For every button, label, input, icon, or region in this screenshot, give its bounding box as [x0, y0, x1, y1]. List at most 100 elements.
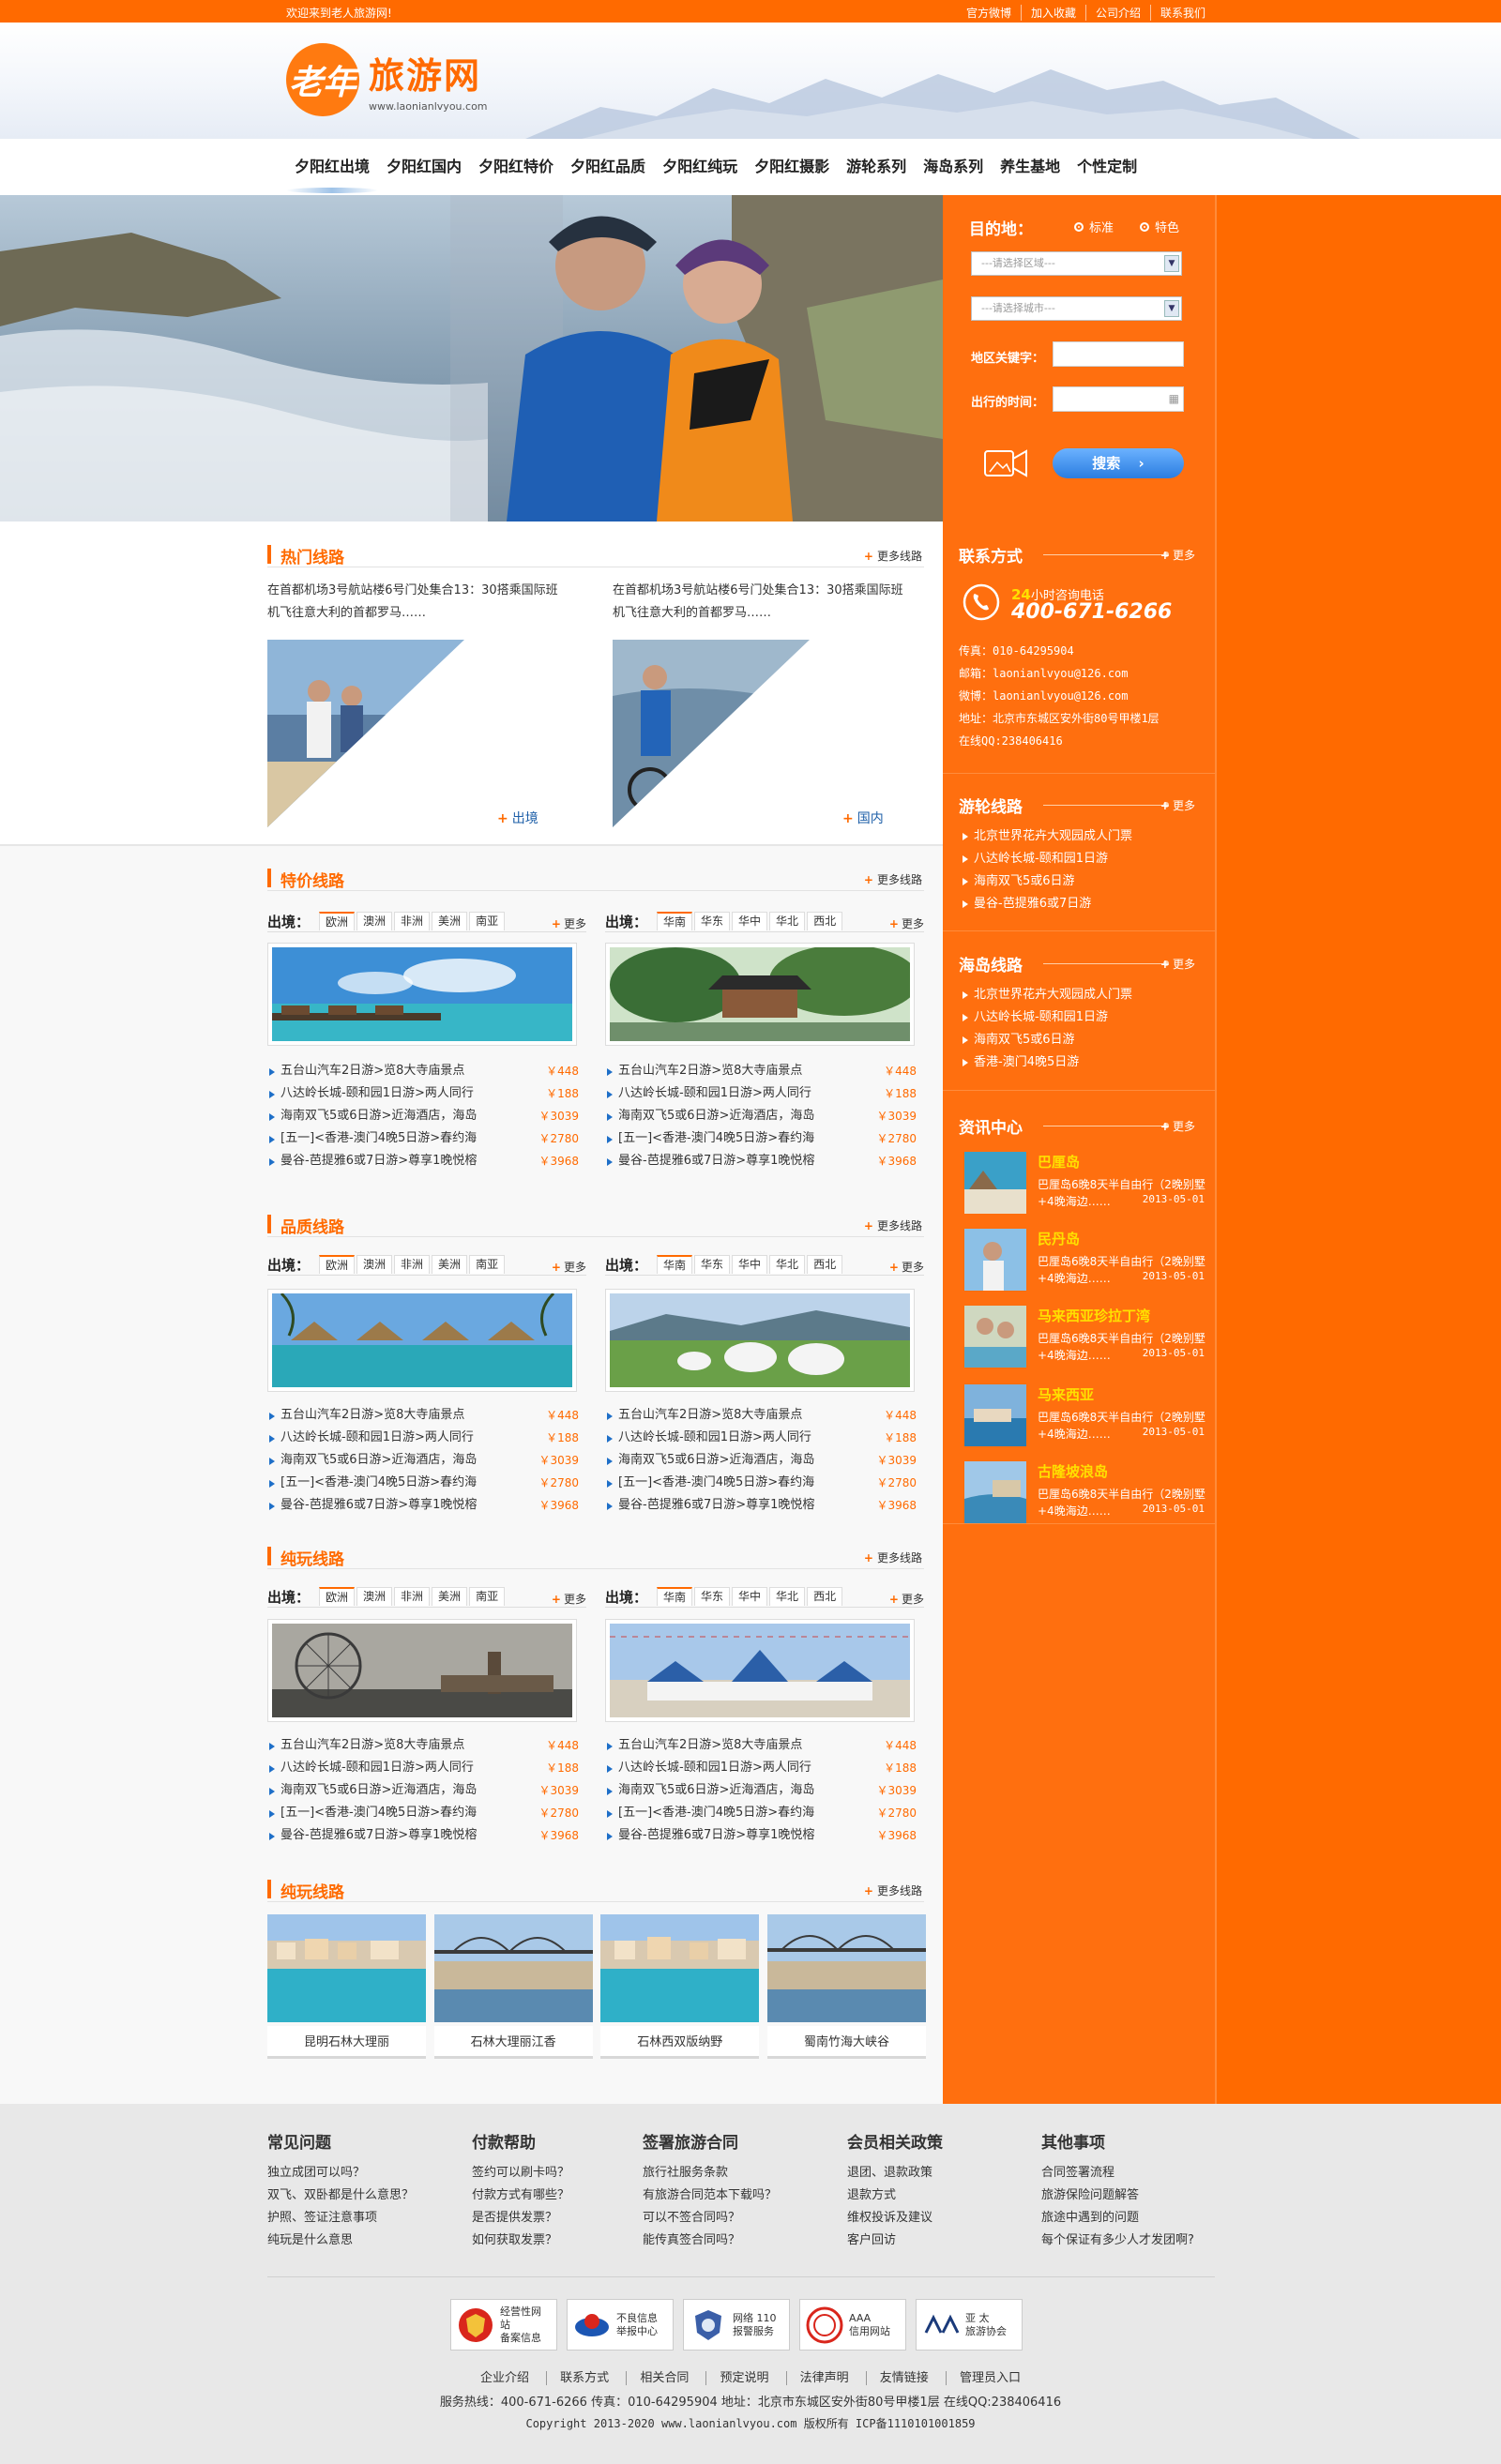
gallery-item[interactable]: 蜀南竹海大峡谷 — [766, 1914, 926, 2059]
tab-northwest[interactable]: 西北 — [807, 912, 843, 930]
tab-america[interactable]: 美洲 — [432, 1255, 468, 1274]
email-text[interactable]: 邮箱：laonianlvyou@126.com — [959, 662, 1212, 685]
route-photo[interactable] — [605, 943, 915, 1046]
route-item[interactable]: 海南双飞5或6日游>近海酒店，海岛 ￥3039 — [267, 1779, 586, 1802]
tab-america[interactable]: 美洲 — [432, 1587, 468, 1606]
badge-pata[interactable]: 亚 太旅游协会 — [916, 2299, 1023, 2351]
gallery-item[interactable]: 昆明石林大理丽 — [267, 1914, 426, 2059]
news-item[interactable]: 马来西亚 巴厘岛6晚8天半自由行（2晚别墅+4晚海边…… 2013-05-01 — [959, 1384, 1205, 1452]
route-item[interactable]: 八达岭长城-颐和园1日游>两人同行 ￥188 — [605, 1427, 924, 1449]
list-item[interactable]: 北京世界花卉大观园成人门票 — [959, 825, 1205, 848]
tab-south-asia[interactable]: 南亚 — [469, 912, 506, 930]
footer-link[interactable]: 合同签署流程 — [1041, 2162, 1194, 2184]
footer-link-legal[interactable]: 法律声明 — [785, 2371, 862, 2385]
tab-east-china[interactable]: 华东 — [694, 1255, 731, 1274]
hot-tag-domestic[interactable]: + 国内 — [842, 809, 884, 827]
footer-link[interactable]: 是否提供发票？ — [472, 2207, 569, 2230]
gallery-item[interactable]: 石林西双版纳野 — [600, 1914, 760, 2059]
weibo-text[interactable]: 微博：laonianlvyou@126.com — [959, 685, 1212, 707]
footer-link[interactable]: 客户回访 — [847, 2230, 943, 2252]
city-select[interactable]: ---请选择城市--- ▼ — [971, 296, 1182, 321]
footer-link[interactable]: 护照、签证注意事项 — [267, 2207, 414, 2230]
route-item[interactable]: [五一]<香港-澳门4晚5日游>春约海 ￥2780 — [267, 1802, 586, 1824]
qq-text[interactable]: 在线QQ:238406416 — [959, 730, 1212, 752]
list-item[interactable]: 北京世界花卉大观园成人门票 — [959, 984, 1205, 1006]
news-item[interactable]: 古隆坡浪岛 巴厘岛6晚8天半自由行（2晚别墅+4晚海边…… 2013-05-01 — [959, 1461, 1205, 1529]
route-item[interactable]: [五一]<香港-澳门4晚5日游>春约海 ￥2780 — [605, 1802, 924, 1824]
route-item[interactable]: 曼谷-芭提雅6或7日游>尊享1晚悦榕 ￥3968 — [605, 1150, 924, 1172]
route-photo[interactable] — [267, 1289, 577, 1392]
calendar-icon[interactable]: ▦ — [1169, 392, 1179, 405]
more-routes-link[interactable]: + 更多线路 — [864, 1549, 922, 1565]
site-logo[interactable]: 老年 旅游网 www.laonianlvyou.com — [286, 43, 488, 116]
tab-south-asia[interactable]: 南亚 — [469, 1255, 506, 1274]
tab-south-china[interactable]: 华南 — [657, 912, 693, 930]
footer-link[interactable]: 双飞、双卧都是什么意思？ — [267, 2184, 414, 2207]
about-link[interactable]: 公司介绍 — [1084, 5, 1150, 21]
tab-northwest[interactable]: 西北 — [807, 1255, 843, 1274]
route-item[interactable]: 曼谷-芭提雅6或7日游>尊享1晚悦榕 ￥3968 — [605, 1494, 924, 1517]
footer-link[interactable]: 独立成团可以吗？ — [267, 2162, 414, 2184]
route-item[interactable]: [五一]<香港-澳门4晚5日游>春约海 ￥2780 — [267, 1127, 586, 1150]
gallery-item[interactable]: 石林大理丽江香 — [433, 1914, 593, 2059]
tab-africa[interactable]: 非洲 — [394, 1587, 431, 1606]
tab-america[interactable]: 美洲 — [432, 912, 468, 930]
tab-north-china[interactable]: 华北 — [769, 912, 806, 930]
footer-link[interactable]: 每个保证有多少人才发团啊? — [1041, 2230, 1194, 2252]
tab-central-china[interactable]: 华中 — [732, 1587, 768, 1606]
badge-icp[interactable]: 经营性网站 备案信息 — [450, 2299, 557, 2351]
footer-link-friends[interactable]: 友情链接 — [865, 2371, 942, 2385]
route-photo[interactable] — [267, 1619, 577, 1722]
route-item[interactable]: 五台山汽车2日游>览8大寺庙景点 ￥448 — [267, 1734, 586, 1757]
nav-outbound[interactable]: 夕阳红出境 — [286, 139, 379, 195]
radio-special[interactable]: 特色 — [1140, 218, 1179, 235]
route-item[interactable]: 八达岭长城-颐和园1日游>两人同行 ￥188 — [605, 1082, 924, 1105]
region-select[interactable]: ---请选择区域--- ▼ — [971, 251, 1182, 276]
route-item[interactable]: 八达岭长城-颐和园1日游>两人同行 ￥188 — [267, 1427, 586, 1449]
list-item[interactable]: 香港-澳门4晚5日游 — [959, 1051, 1205, 1074]
hot-route-image[interactable] — [613, 640, 810, 827]
badge-report[interactable]: 不良信息 举报中心 — [567, 2299, 674, 2351]
nav-special[interactable]: 夕阳红特价 — [470, 139, 562, 195]
route-photo[interactable] — [267, 943, 577, 1046]
route-photo[interactable] — [605, 1619, 915, 1722]
hot-item-desc[interactable]: 在首都机场3号航站楼6号门处集合13：30搭乘国际班机飞往意大利的首都罗马…… — [267, 580, 563, 625]
footer-link[interactable]: 纯玩是什么意思 — [267, 2230, 414, 2252]
radio-standard[interactable]: 标准 — [1074, 218, 1114, 235]
footer-link-admin[interactable]: 管理员入口 — [945, 2371, 1034, 2385]
hotline-number[interactable]: 400-671-6266 — [1011, 600, 1172, 624]
footer-link[interactable]: 能传真签合同吗？ — [643, 2230, 777, 2252]
tab-south-asia[interactable]: 南亚 — [469, 1587, 506, 1606]
tab-northwest[interactable]: 西北 — [807, 1587, 843, 1606]
footer-link[interactable]: 旅途中遇到的问题 — [1041, 2207, 1194, 2230]
more-link[interactable]: + 更多 — [552, 915, 586, 931]
route-item[interactable]: 八达岭长城-颐和园1日游>两人同行 ￥188 — [605, 1757, 924, 1779]
route-item[interactable]: [五一]<香港-澳门4晚5日游>春约海 ￥2780 — [605, 1472, 924, 1494]
route-item[interactable]: 曼谷-芭提雅6或7日游>尊享1晚悦榕 ￥3968 — [267, 1494, 586, 1517]
footer-link-about[interactable]: 企业介绍 — [467, 2371, 542, 2385]
hot-route-image[interactable] — [267, 640, 464, 827]
badge-110[interactable]: 网络 110 报警服务 — [683, 2299, 790, 2351]
route-item[interactable]: 海南双飞5或6日游>近海酒店，海岛 ￥3039 — [605, 1449, 924, 1472]
tab-south-china[interactable]: 华南 — [657, 1587, 693, 1606]
nav-health[interactable]: 养生基地 — [992, 139, 1069, 195]
contact-link[interactable]: 联系我们 — [1149, 5, 1215, 21]
route-item[interactable]: 曼谷-芭提雅6或7日游>尊享1晚悦榕 ￥3968 — [267, 1150, 586, 1172]
hot-item-desc[interactable]: 在首都机场3号航站楼6号门处集合13：30搭乘国际班机飞往意大利的首都罗马…… — [613, 580, 908, 625]
route-item[interactable]: 曼谷-芭提雅6或7日游>尊享1晚悦榕 ￥3968 — [605, 1824, 924, 1847]
footer-link-contracts[interactable]: 相关合同 — [626, 2371, 703, 2385]
more-link[interactable]: + 更多 — [552, 1259, 586, 1275]
tab-central-china[interactable]: 华中 — [732, 1255, 768, 1274]
footer-link[interactable]: 有旅游合同范本下载吗？ — [643, 2184, 777, 2207]
route-item[interactable]: 五台山汽车2日游>览8大寺庙景点 ￥448 — [267, 1404, 586, 1427]
footer-link[interactable]: 退款方式 — [847, 2184, 943, 2207]
route-item[interactable]: 八达岭长城-颐和园1日游>两人同行 ￥188 — [267, 1757, 586, 1779]
search-button[interactable]: 搜索 › — [1053, 448, 1184, 478]
more-routes-link[interactable]: + 更多线路 — [864, 548, 922, 564]
nav-photo[interactable]: 夕阳红摄影 — [746, 139, 838, 195]
more-link[interactable]: + 更多 — [889, 915, 924, 931]
tab-east-china[interactable]: 华东 — [694, 912, 731, 930]
tab-south-china[interactable]: 华南 — [657, 1255, 693, 1274]
route-item[interactable]: 海南双飞5或6日游>近海酒店，海岛 ￥3039 — [267, 1449, 586, 1472]
more-link[interactable]: + 更多 — [1160, 797, 1195, 813]
